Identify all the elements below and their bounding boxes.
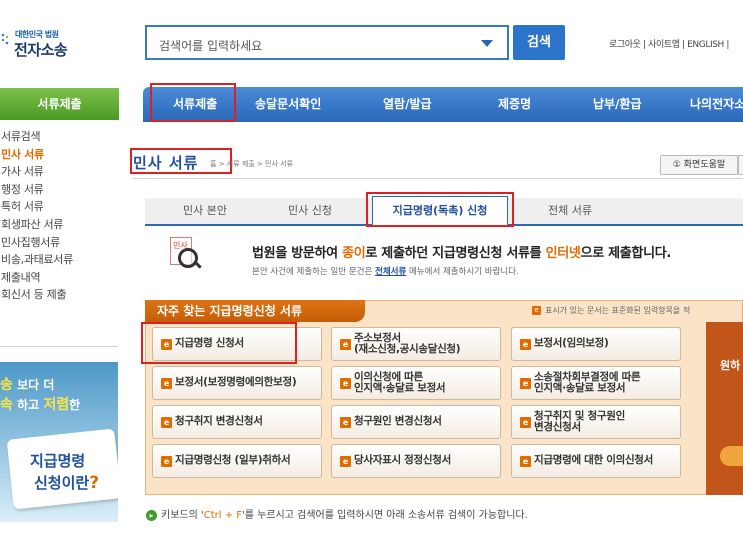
form-button-label: 당사자표시 정정신청서 (354, 454, 451, 467)
sidebar-item-reply[interactable]: 회신서 등 제출 (0, 286, 119, 304)
search-input[interactable]: 검색어를 입력하세요 (145, 25, 509, 60)
tab-civil-main[interactable]: 민사 본안 (160, 198, 250, 224)
sidebar-item-patent[interactable]: 특허 서류 (0, 198, 119, 216)
title-divider (133, 178, 743, 179)
help-button[interactable]: ① 화면도움말 (660, 155, 738, 175)
logo-title[interactable]: 전자소송 (14, 39, 68, 60)
e-badge-icon: e (520, 378, 531, 389)
highlight-nav-submit (150, 83, 236, 122)
breadcrumb: 홈 > 서류 제출 > 민사 서류 (210, 160, 294, 168)
e-badge-icon: e (161, 456, 172, 467)
form-button-label: 지급명령신청 (일부)취하서 (175, 454, 291, 467)
tab-all-documents[interactable]: 전체 서류 (525, 198, 615, 224)
promo-card-line-2: 신청이란? (34, 473, 100, 493)
chevron-down-icon[interactable] (481, 40, 493, 47)
sidebar-menu: 서류검색 민사 서류 가사 서류 행정 서류 특허 서류 회생파산 서류 민사집… (0, 128, 119, 304)
e-badge-icon: e (161, 378, 172, 389)
forms-note: e 표시가 있는 문서는 표준화된 입력항목을 적 (532, 305, 690, 316)
form-button-label: 주소보정서 (재소신청,공시송달신청) (354, 331, 461, 355)
nav-item-certificate[interactable]: 제증명 (498, 87, 531, 122)
all-documents-link[interactable]: 전체서류 (375, 267, 406, 277)
intro-heading: 법원을 방문하여 종이로 제출하던 지급명령신청 서류를 인터넷으로 제출합니다… (252, 246, 672, 261)
magnifier-handle (193, 260, 202, 269)
print-button[interactable] (738, 155, 743, 175)
side-panel: 원하 (706, 322, 743, 495)
form-button[interactable]: e 청구취지 변경신청서 (152, 405, 322, 439)
promo-card-line-1: 지급명령 (30, 452, 86, 470)
sidebar-item-history[interactable]: 제출내역 (0, 269, 119, 287)
highlight-form (141, 322, 297, 364)
form-button-label: 이의신청에 따른 인지액·송달료 보정서 (354, 370, 446, 394)
promo-line-2: 속 하고 저렴한 (0, 397, 81, 413)
e-badge-icon: e (161, 417, 172, 428)
sidebar-item-family[interactable]: 가사 서류 (0, 163, 119, 181)
sidebar-item-bankruptcy[interactable]: 회생파산 서류 (0, 216, 119, 234)
tab-civil-application[interactable]: 민사 신청 (265, 198, 355, 224)
form-button[interactable]: e 이의신청에 따른 인지액·송달료 보정서 (331, 366, 501, 400)
e-badge-icon: e (340, 456, 351, 467)
e-badge-icon: e (532, 306, 541, 315)
info-icon: ▸ (146, 509, 157, 521)
search-placeholder: 검색어를 입력하세요 (159, 39, 263, 53)
court-logo-icon (1, 33, 9, 45)
sidebar-item-civil[interactable]: 민사 서류 (0, 146, 119, 164)
promo-banner[interactable]: 송 보다 더 속 하고 저렴한 지급명령 신청이란? (0, 362, 118, 522)
nav-item-view[interactable]: 열람/발급 (383, 87, 432, 122)
search-button[interactable]: 검색 (513, 25, 565, 60)
nav-item-delivery[interactable]: 송달문서확인 (255, 87, 321, 122)
sidebar-item-administrative[interactable]: 행정 서류 (0, 181, 119, 199)
form-button-label: 소송절차회부결정에 따른 인지액·송달료 보정서 (534, 370, 641, 394)
e-badge-icon: e (520, 417, 531, 428)
sidebar-divider (0, 346, 118, 347)
side-panel-button[interactable] (720, 446, 743, 466)
sidebar-header[interactable]: 서류제출 (0, 88, 119, 120)
form-button-label: 청구원인 변경신청서 (354, 415, 442, 428)
form-button[interactable]: e 지급명령에 대한 이의신청서 (511, 444, 681, 478)
form-button[interactable]: e 청구원인 변경신청서 (331, 405, 501, 439)
promo-line-1: 송 보다 더 (0, 377, 55, 393)
highlight-tab (366, 192, 514, 227)
form-button[interactable]: e 주소보정서 (재소신청,공시송달신청) (331, 327, 501, 361)
form-button[interactable]: e 소송절차회부결정에 따른 인지액·송달료 보정서 (511, 366, 681, 400)
e-badge-icon: e (340, 378, 351, 389)
form-button-label: 보정서(임의보정) (534, 337, 609, 350)
form-button-label: 보정서(보정명령에의한보정) (175, 376, 297, 389)
nav-item-my[interactable]: 나의전자소 (690, 87, 743, 122)
form-button[interactable]: e 보정서(보정명령에의한보정) (152, 366, 322, 400)
frequent-forms-title: 자주 찾는 지급명령신청 서류 (145, 300, 365, 322)
form-button-label: 지급명령에 대한 이의신청서 (534, 454, 654, 467)
utility-links[interactable]: 로그아웃 | 사이트맵 | ENGLISH | (609, 37, 729, 50)
e-badge-icon: e (340, 417, 351, 428)
intro-subtext: 본안 사건에 제출하는 일반 문건은 전체서류 메뉴에서 제출하시기 바랍니다. (252, 267, 519, 277)
e-badge-icon: e (520, 339, 531, 350)
e-badge-icon: e (520, 456, 531, 467)
form-button-label: 청구취지 변경신청서 (175, 415, 263, 428)
sidebar-item-execution[interactable]: 민사집행서류 (0, 234, 119, 252)
form-button-label: 청구취지 및 청구원인 변경신청서 (534, 409, 625, 433)
footer-tip: ▸ 키보드의 'Ctrl + F'를 누르시고 검색어를 입력하시면 아래 소송서… (146, 506, 528, 521)
sidebar-item-search[interactable]: 서류검색 (0, 128, 119, 146)
sidebar-item-noncontentious[interactable]: 비송,과태료서류 (0, 251, 119, 269)
form-button[interactable]: e 당사자표시 정정신청서 (331, 444, 501, 478)
form-button[interactable]: e 보정서(임의보정) (511, 327, 681, 361)
nav-item-payment[interactable]: 납부/환급 (593, 87, 642, 122)
side-panel-text: 원하 (720, 359, 741, 372)
form-button[interactable]: e 청구취지 및 청구원인 변경신청서 (511, 405, 681, 439)
e-badge-icon: e (340, 339, 351, 350)
form-button[interactable]: e 지급명령신청 (일부)취하서 (152, 444, 322, 478)
